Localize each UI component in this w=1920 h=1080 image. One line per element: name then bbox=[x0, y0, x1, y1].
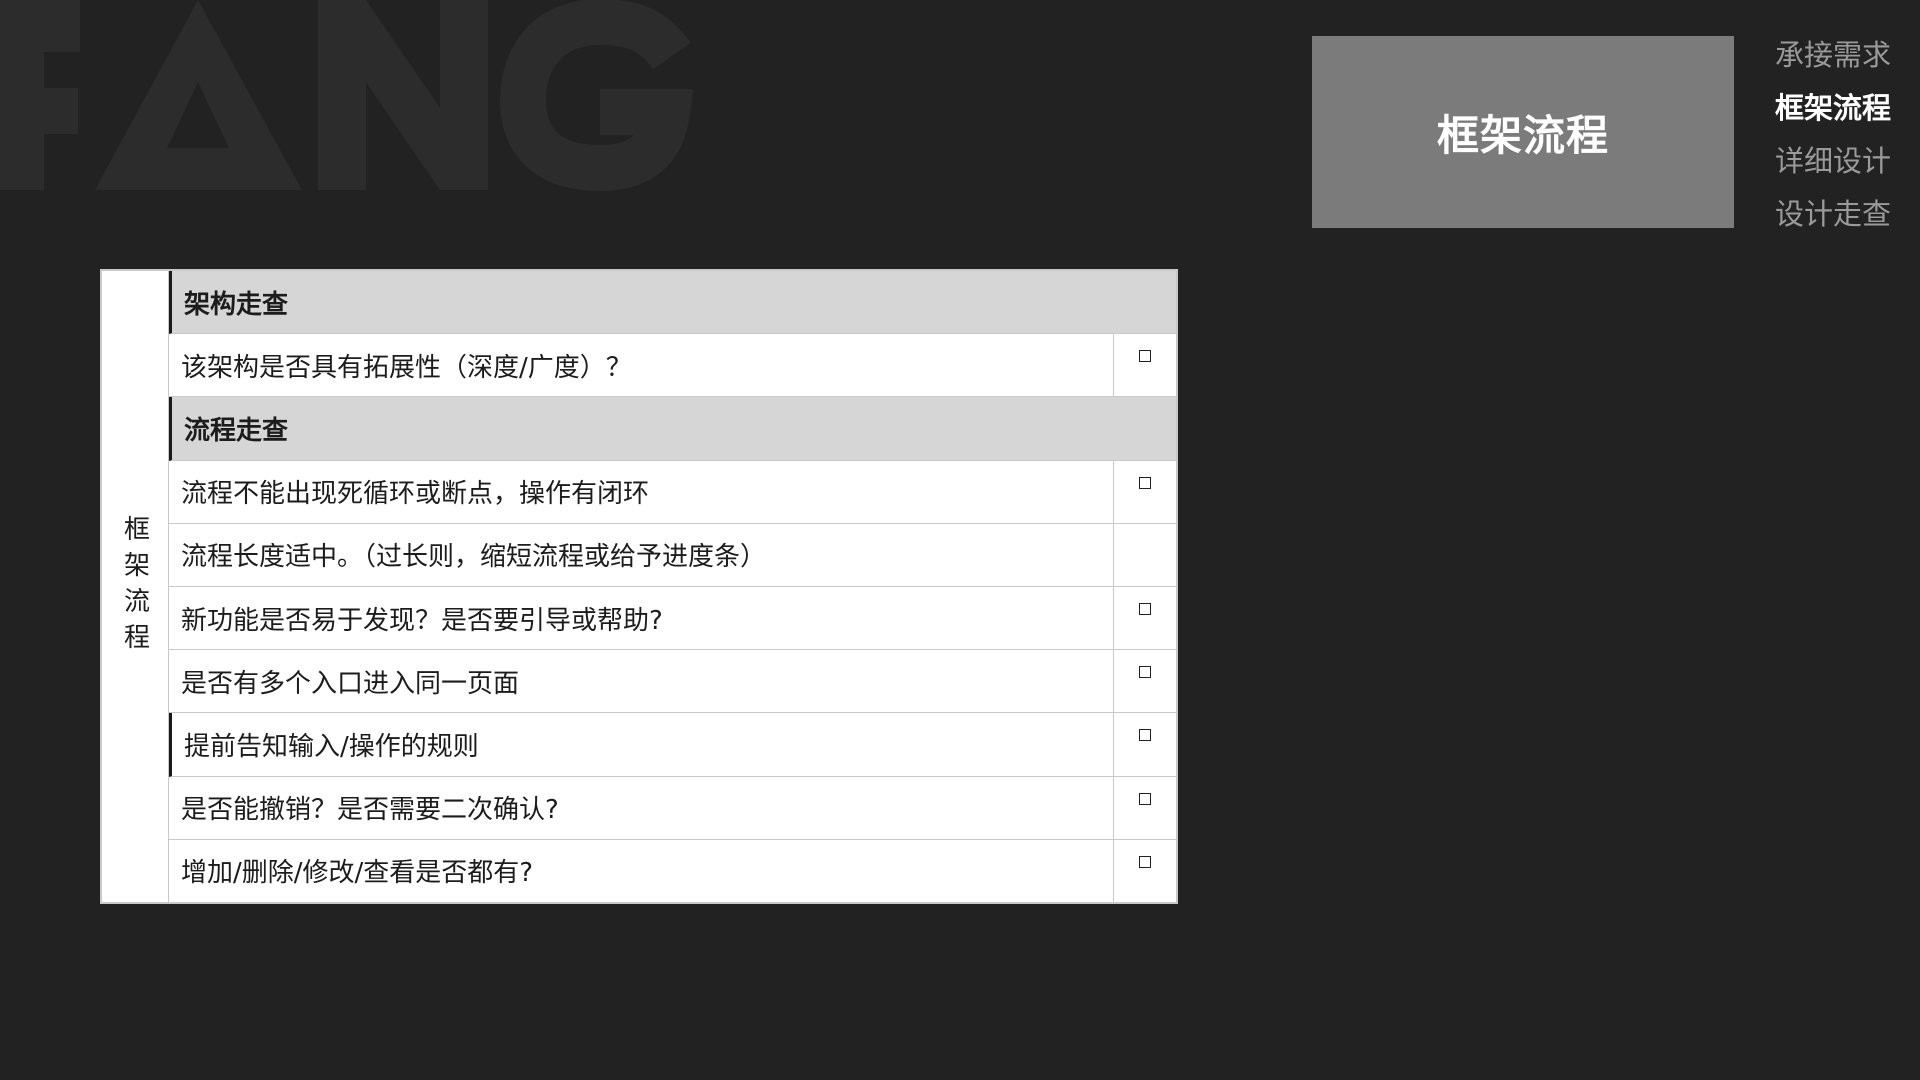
checklist-row: 流程长度适中。（过长则，缩短流程或给予进度条） bbox=[169, 523, 1176, 588]
checklist-group-label-cell: 框架流程 bbox=[102, 271, 169, 902]
nav-item-requirements[interactable]: 承接需求 bbox=[1775, 34, 1905, 87]
watermark-letter-n bbox=[318, 0, 488, 190]
checklist-item-text: 流程不能出现死循环或断点，操作有闭环 bbox=[181, 479, 650, 510]
checkbox-icon[interactable] bbox=[1139, 666, 1151, 679]
checklist-row: 是否能撤销？是否需要二次确认? bbox=[169, 776, 1176, 840]
checklist-row: 该架构是否具有拓展性（深度/广度）？ bbox=[169, 334, 1176, 398]
checkbox-cell bbox=[1113, 776, 1176, 839]
checkbox-cell bbox=[1113, 839, 1176, 903]
checkbox-cell bbox=[1113, 587, 1176, 650]
checkbox-cell bbox=[1113, 397, 1176, 459]
current-section-title: 框架流程 bbox=[1436, 110, 1609, 160]
checkbox-icon[interactable] bbox=[1139, 603, 1151, 616]
checklist-item-text: 该架构是否具有拓展性（深度/广度）？ bbox=[181, 352, 632, 383]
checkbox-cell bbox=[1113, 650, 1176, 713]
checkbox-cell bbox=[1113, 713, 1176, 776]
watermark-letter-a bbox=[95, 0, 302, 190]
checkbox-icon[interactable] bbox=[1139, 729, 1151, 742]
checkbox-icon[interactable] bbox=[1139, 855, 1151, 868]
checkbox-cell bbox=[1113, 334, 1176, 397]
checklist-row: 提前告知输入/操作的规则 bbox=[169, 713, 1176, 777]
section-title: 架构走查 bbox=[184, 289, 289, 320]
section-nav: 承接需求 框架流程 详细设计 设计走查 bbox=[1775, 34, 1905, 246]
checklist-item-text: 增加/删除/修改/查看是否都有? bbox=[181, 858, 534, 889]
nav-item-detailed-design[interactable]: 详细设计 bbox=[1775, 140, 1905, 193]
checkbox-icon[interactable] bbox=[1139, 792, 1151, 805]
checklist-row: 流程不能出现死循环或断点，操作有闭环 bbox=[169, 460, 1176, 524]
section-title: 流程走查 bbox=[184, 416, 289, 446]
checklist-row: 是否有多个入口进入同一页面 bbox=[169, 650, 1176, 714]
checkbox-cell bbox=[1113, 460, 1176, 523]
nav-item-framework-flow[interactable]: 框架流程 bbox=[1775, 87, 1905, 140]
checkbox-icon[interactable] bbox=[1139, 476, 1151, 489]
checklist-item-text: 是否能撤销？是否需要二次确认? bbox=[181, 795, 559, 826]
checkbox-icon[interactable] bbox=[1139, 350, 1151, 363]
checklist-table: 框架流程 架构走查 该架构是否具有拓展性（深度/广度）？ 流程走查 流程不能出现… bbox=[100, 269, 1178, 904]
watermark-letter-f bbox=[0, 0, 80, 190]
checklist-row: 新功能是否易于发现？是否要引导或帮助? bbox=[169, 587, 1176, 651]
checklist-item-text: 新功能是否易于发现？是否要引导或帮助? bbox=[181, 605, 663, 636]
checklist-group-label: 框架流程 bbox=[119, 514, 150, 659]
checklist-item-text: 是否有多个入口进入同一页面 bbox=[181, 668, 520, 699]
checklist-rows: 架构走查 该架构是否具有拓展性（深度/广度）？ 流程走查 流程不能出现死循环或断… bbox=[169, 271, 1176, 903]
checklist-item-text: 流程长度适中。（过长则，缩短流程或给予进度条） bbox=[181, 542, 767, 573]
checklist-item-text: 提前告知输入/操作的规则 bbox=[184, 732, 479, 763]
fang-watermark-logo bbox=[0, 0, 694, 192]
nav-item-design-review[interactable]: 设计走查 bbox=[1775, 193, 1905, 246]
checkbox-cell bbox=[1113, 271, 1176, 333]
watermark-letter-g bbox=[499, 0, 694, 192]
section-row-architecture-review: 架构走查 bbox=[169, 271, 1176, 335]
checklist-row: 增加/删除/修改/查看是否都有? bbox=[169, 839, 1176, 903]
current-section-box: 框架流程 bbox=[1312, 36, 1734, 228]
checkbox-cell bbox=[1113, 523, 1176, 587]
section-row-flow-review: 流程走查 bbox=[169, 397, 1176, 461]
